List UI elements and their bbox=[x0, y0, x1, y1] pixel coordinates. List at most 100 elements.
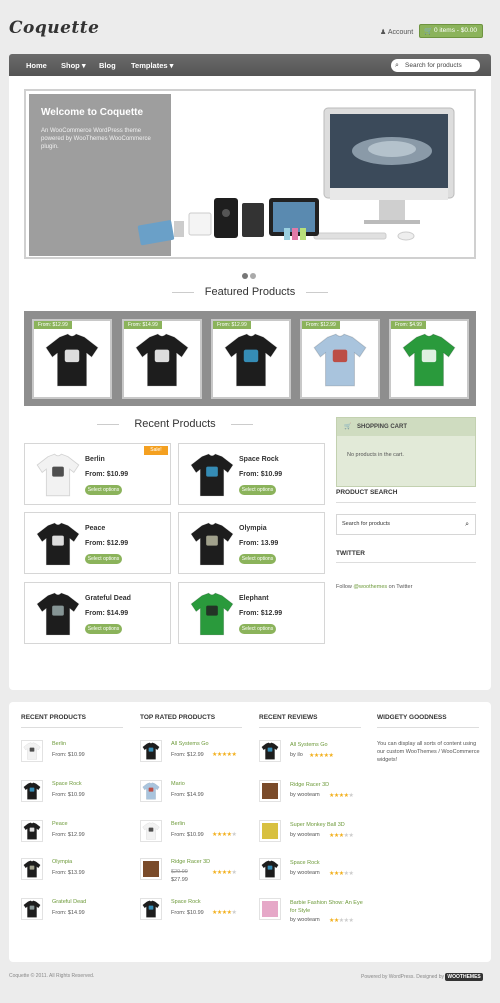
product-name[interactable]: Space Rock bbox=[52, 781, 82, 787]
product-thumb bbox=[140, 820, 162, 842]
footer-rated-item[interactable]: Mario From: $14.99 bbox=[140, 780, 250, 810]
footer-rated-item[interactable]: Berlin From: $10.99 ★★★★★ bbox=[140, 820, 250, 850]
footer-review-item[interactable]: All Systems Go by ilo ★★★★★ bbox=[259, 740, 364, 770]
product-name[interactable]: Space Rock bbox=[239, 456, 279, 463]
product-name[interactable]: Berlin bbox=[171, 821, 185, 827]
twitter-link[interactable]: @woothemes bbox=[353, 584, 387, 590]
product-image bbox=[398, 329, 460, 396]
product-name[interactable]: Elephant bbox=[239, 595, 269, 602]
featured-product[interactable]: From: $4.99 bbox=[389, 319, 469, 399]
nav-blog[interactable]: Blog bbox=[99, 61, 116, 70]
divider bbox=[21, 727, 123, 728]
product-name[interactable]: Super Monkey Ball 3D bbox=[290, 821, 364, 829]
footer-review-item[interactable]: Barbie Fashion Show: An Eye for Style by … bbox=[259, 898, 364, 928]
footer-product-item[interactable]: Olympia From: $13.99 bbox=[21, 858, 131, 888]
product-search-title: PRODUCT SEARCH bbox=[336, 489, 398, 496]
rating-stars: ★★★★★ bbox=[329, 793, 354, 799]
slider-dot[interactable] bbox=[242, 273, 248, 279]
footer-product-item[interactable]: Grateful Dead From: $14.99 bbox=[21, 898, 131, 928]
rating-stars: ★★★★★ bbox=[212, 870, 237, 876]
product-name[interactable]: Grateful Dead bbox=[85, 595, 131, 602]
select-options-button[interactable]: Select options bbox=[85, 485, 122, 495]
footer-review-item[interactable]: Ridge Racer 3D by wooteam ★★★★★ bbox=[259, 780, 364, 810]
account-link[interactable]: ♟ Account bbox=[380, 28, 413, 36]
product-name[interactable]: Barbie Fashion Show: An Eye for Style bbox=[290, 899, 364, 915]
nav-search-input[interactable]: ⌕ Search for products bbox=[391, 59, 480, 72]
product-card[interactable]: Peace From: $12.99 Select options bbox=[24, 512, 171, 574]
product-name[interactable]: Berlin bbox=[52, 741, 66, 747]
product-price: From: $10.99 bbox=[52, 792, 85, 798]
product-card[interactable]: Space Rock From: $10.99 Select options bbox=[178, 443, 325, 505]
product-name[interactable]: Olympia bbox=[239, 525, 267, 532]
product-name[interactable]: Ridge Racer 3D bbox=[171, 859, 210, 865]
slide-image bbox=[137, 107, 455, 246]
featured-product[interactable]: From: $12.99 bbox=[300, 319, 380, 399]
product-name[interactable]: Berlin bbox=[85, 456, 105, 463]
product-name[interactable]: Grateful Dead bbox=[52, 899, 86, 905]
product-card[interactable]: Berlin From: $10.99 Select options Sale! bbox=[24, 443, 171, 505]
footer-rated-item[interactable]: Ridge Racer 3D $29.99 $27.99 ★★★★★ bbox=[140, 858, 250, 888]
rating-stars: ★★★★★ bbox=[212, 910, 237, 916]
product-name[interactable]: Ridge Racer 3D bbox=[290, 781, 364, 789]
product-image bbox=[33, 450, 83, 505]
review-author: by wooteam bbox=[290, 832, 320, 838]
product-image bbox=[41, 329, 103, 396]
search-icon[interactable]: ⌕ bbox=[465, 515, 469, 534]
review-author: by wooteam bbox=[290, 870, 320, 876]
select-options-button[interactable]: Select options bbox=[85, 554, 122, 564]
powered-by: Powered by WordPress. Designed by WOOTHE… bbox=[361, 973, 483, 981]
product-search-input[interactable]: Search for products ⌕ bbox=[336, 514, 476, 535]
footer-rated-item[interactable]: Space Rock From: $10.99 ★★★★★ bbox=[140, 898, 250, 928]
select-options-button[interactable]: Select options bbox=[239, 554, 276, 564]
site-logo[interactable]: Coquette bbox=[9, 18, 99, 38]
product-thumb bbox=[140, 780, 162, 802]
product-name[interactable]: Space Rock bbox=[171, 899, 201, 905]
product-price: From: $10.99 bbox=[171, 832, 204, 838]
divider bbox=[377, 727, 479, 728]
footer-reviews-title: RECENT REVIEWS bbox=[259, 714, 318, 721]
product-name[interactable]: Mario bbox=[171, 781, 185, 787]
slide-title: Welcome to Coquette bbox=[41, 107, 144, 118]
product-name[interactable]: All Systems Go bbox=[171, 741, 209, 747]
rating-stars: ★★★★★ bbox=[329, 918, 354, 924]
product-name[interactable]: Space Rock bbox=[290, 859, 364, 867]
product-thumb bbox=[21, 898, 43, 920]
slider-dots[interactable] bbox=[242, 266, 258, 284]
woothemes-logo[interactable]: WOOTHEMES bbox=[445, 973, 483, 981]
product-name[interactable]: Peace bbox=[52, 821, 68, 827]
featured-product[interactable]: From: $14.99 bbox=[122, 319, 202, 399]
product-name[interactable]: Peace bbox=[85, 525, 105, 532]
product-thumb bbox=[21, 858, 43, 880]
hero-slider[interactable]: Welcome to Coquette An WooCommerce WordP… bbox=[24, 89, 476, 259]
product-name[interactable]: Olympia bbox=[52, 859, 72, 865]
select-options-button[interactable]: Select options bbox=[239, 624, 276, 634]
header-cart-button[interactable]: 🛒 0 items - $0.00 bbox=[419, 24, 483, 38]
featured-product[interactable]: From: $12.99 bbox=[211, 319, 291, 399]
footer-product-item[interactable]: Space Rock From: $10.99 bbox=[21, 780, 131, 810]
nav-templates[interactable]: Templates ▾ bbox=[131, 61, 173, 70]
product-card[interactable]: Grateful Dead From: $14.99 Select options bbox=[24, 582, 171, 644]
rating-stars: ★★★★★ bbox=[212, 832, 237, 838]
footer-rated-item[interactable]: All Systems Go From: $12.99 ★★★★★ bbox=[140, 740, 250, 770]
product-price: From: $10.99 bbox=[239, 471, 283, 478]
nav-shop[interactable]: Shop ▾ bbox=[61, 61, 86, 70]
copyright: Coquette © 2011. All Rights Reserved. bbox=[9, 973, 95, 979]
product-thumb bbox=[21, 780, 43, 802]
price-tag: From: $12.99 bbox=[302, 321, 340, 329]
product-card[interactable]: Elephant From: $12.99 Select options bbox=[178, 582, 325, 644]
footer-widgety-title: WIDGETY GOODNESS bbox=[377, 714, 447, 721]
cart-icon: 🛒 bbox=[344, 424, 352, 430]
product-card[interactable]: Olympia From: 13.99 Select options bbox=[178, 512, 325, 574]
featured-product[interactable]: From: $12.99 bbox=[32, 319, 112, 399]
footer-product-item[interactable]: Berlin From: $10.99 bbox=[21, 740, 131, 770]
footer-review-item[interactable]: Super Monkey Ball 3D by wooteam ★★★★★ bbox=[259, 820, 364, 850]
slider-dot[interactable] bbox=[250, 273, 256, 279]
select-options-button[interactable]: Select options bbox=[85, 624, 122, 634]
product-name[interactable]: All Systems Go bbox=[290, 741, 364, 749]
nav-home[interactable]: Home bbox=[26, 61, 47, 70]
select-options-button[interactable]: Select options bbox=[239, 485, 276, 495]
product-thumb bbox=[140, 740, 162, 762]
footer-review-item[interactable]: Space Rock by wooteam ★★★★★ bbox=[259, 858, 364, 888]
footer-product-item[interactable]: Peace From: $12.99 bbox=[21, 820, 131, 850]
product-price: From: $12.99 bbox=[85, 540, 129, 547]
